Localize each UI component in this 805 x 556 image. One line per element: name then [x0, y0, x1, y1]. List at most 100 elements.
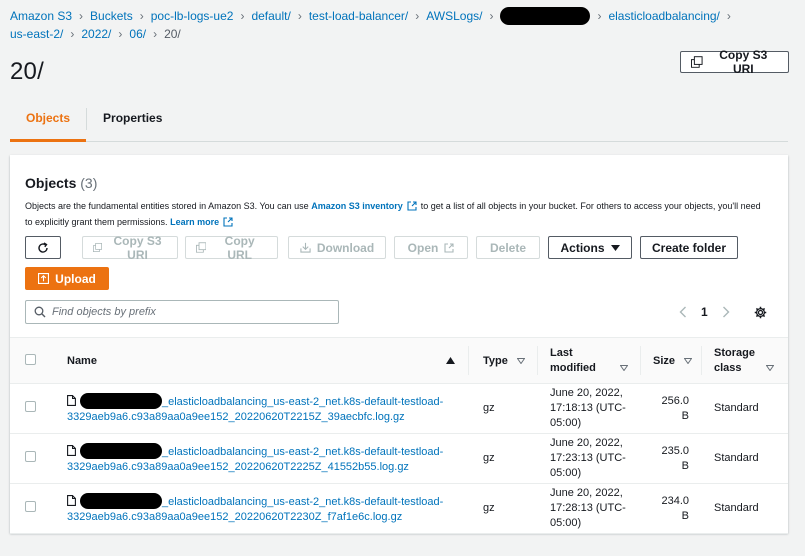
desc-text-1: Objects are the fundamental entities sto…: [25, 201, 309, 211]
breadcrumb-link[interactable]: Buckets: [90, 7, 133, 25]
external-link-icon: [223, 217, 233, 227]
breadcrumb-item: 2022/ ›: [81, 25, 129, 43]
size-cell: 235.0 B: [640, 433, 701, 484]
breadcrumb-link[interactable]: poc-lb-logs-ue2: [151, 7, 234, 25]
object-name-link[interactable]: _elasticloadbalancing_us-east-2_net.k8s-…: [67, 442, 447, 475]
caret-down-icon: [610, 244, 620, 251]
column-divider: [640, 346, 641, 375]
page-number[interactable]: 1: [701, 305, 708, 319]
redacted-account-id: [500, 7, 591, 25]
header-name[interactable]: Name: [52, 337, 468, 384]
sort-ascending-icon: [446, 357, 455, 364]
external-link-icon: [444, 242, 454, 253]
breadcrumb-separator-icon: ›: [297, 9, 302, 23]
tab-properties[interactable]: Properties: [87, 100, 178, 142]
row-checkbox[interactable]: [25, 500, 36, 512]
objects-count: (3): [80, 175, 98, 191]
pagination: 1: [679, 300, 767, 324]
upload-button[interactable]: Upload: [25, 267, 109, 290]
size-cell: 256.0 B: [640, 383, 701, 434]
breadcrumb-item: 06/ ›: [129, 25, 164, 43]
size-text: 256.0 B: [661, 394, 689, 422]
sort-icon: [684, 357, 693, 364]
last-modified-text: June 20, 2022, 17:23:13 (UTC-05:00): [550, 437, 626, 479]
header-size[interactable]: Size: [640, 337, 701, 384]
name-cell: _elasticloadbalancing_us-east-2_net.k8s-…: [52, 483, 468, 534]
size-text: 234.0 B: [661, 494, 689, 522]
header-type-label: Type: [483, 354, 508, 367]
chevron-right-icon[interactable]: [722, 306, 730, 318]
file-icon: [67, 444, 76, 456]
download-button[interactable]: Download: [288, 236, 386, 259]
header-name-label: Name: [67, 354, 97, 367]
breadcrumb-item: default/ ›: [251, 7, 308, 25]
open-label: Open: [407, 240, 439, 255]
chevron-left-icon[interactable]: [679, 306, 687, 318]
inventory-link[interactable]: Amazon S3 inventory: [311, 201, 403, 211]
breadcrumb-link[interactable]: elasticloadbalancing/: [608, 7, 719, 25]
row-select-cell: [10, 483, 52, 534]
copy-s3-uri-button-disabled[interactable]: Copy S3 URI: [82, 234, 178, 262]
breadcrumb-separator-icon: ›: [415, 9, 420, 23]
header-storage-class-label: Storage class: [714, 346, 755, 374]
breadcrumb-link[interactable]: Amazon S3: [10, 7, 72, 25]
breadcrumb-link[interactable]: us-east-2/: [10, 25, 63, 43]
object-name-link[interactable]: _elasticloadbalancing_us-east-2_net.k8s-…: [67, 492, 447, 525]
row-select-cell: [10, 433, 52, 484]
table-row[interactable]: _elasticloadbalancing_us-east-2_net.k8s-…: [10, 383, 788, 434]
select-all-checkbox[interactable]: [25, 353, 36, 365]
breadcrumb-link[interactable]: test-load-balancer/: [309, 7, 408, 25]
actions-label: Actions: [560, 240, 605, 255]
type-cell: gz: [468, 483, 537, 534]
breadcrumb-separator-icon: ›: [240, 9, 245, 23]
breadcrumb-item: ›: [500, 7, 608, 25]
breadcrumb-link[interactable]: 06/: [129, 25, 146, 43]
breadcrumb-item: AWSLogs/ ›: [426, 7, 500, 25]
search-icon: [34, 306, 46, 318]
copy-icon: [691, 56, 703, 68]
breadcrumb-link[interactable]: default/: [251, 7, 290, 25]
file-icon: [67, 394, 76, 406]
row-select-cell: [10, 383, 52, 434]
upload-label: Upload: [55, 271, 96, 286]
last-modified-cell: June 20, 2022, 17:18:13 (UTC-05:00): [537, 383, 640, 434]
type-cell: gz: [468, 433, 537, 484]
last-modified-cell: June 20, 2022, 17:23:13 (UTC-05:00): [537, 433, 640, 484]
redacted-account-id: [80, 492, 162, 509]
row-checkbox[interactable]: [25, 400, 36, 412]
select-all-cell: [10, 337, 52, 384]
header-storage-class[interactable]: Storage class: [701, 337, 788, 384]
table-row[interactable]: _elasticloadbalancing_us-east-2_net.k8s-…: [10, 483, 788, 534]
copy-url-button[interactable]: Copy URL: [185, 233, 278, 262]
header-last-modified-label: Last modified: [550, 346, 596, 374]
tab-objects[interactable]: Objects: [10, 100, 87, 142]
refresh-button[interactable]: [25, 236, 61, 259]
header-size-label: Size: [653, 354, 676, 367]
breadcrumb-link[interactable]: 2022/: [81, 25, 111, 43]
storage-class-cell: Standard: [701, 483, 788, 534]
column-divider: [468, 346, 469, 375]
objects-description: Objects are the fundamental entities sto…: [25, 198, 765, 230]
delete-button[interactable]: Delete: [476, 236, 540, 259]
breadcrumb-item: poc-lb-logs-ue2 ›: [151, 7, 252, 25]
sort-icon: [516, 357, 525, 364]
object-name-link[interactable]: _elasticloadbalancing_us-east-2_net.k8s-…: [67, 392, 447, 425]
last-modified-text: June 20, 2022, 17:28:13 (UTC-05:00): [550, 487, 626, 529]
actions-dropdown[interactable]: Actions: [548, 236, 632, 259]
row-checkbox[interactable]: [25, 450, 36, 462]
learn-more-link[interactable]: Learn more: [170, 217, 219, 227]
table-row[interactable]: _elasticloadbalancing_us-east-2_net.k8s-…: [10, 433, 788, 484]
open-button[interactable]: Open: [394, 236, 468, 259]
copy-s3-uri-button[interactable]: Copy S3 URI: [680, 48, 789, 76]
header-last-modified[interactable]: Last modified: [537, 337, 640, 384]
last-modified-text: June 20, 2022, 17:18:13 (UTC-05:00): [550, 387, 626, 429]
search-input[interactable]: [52, 306, 322, 318]
create-folder-button[interactable]: Create folder: [640, 236, 738, 259]
breadcrumb-link[interactable]: AWSLogs/: [426, 7, 482, 25]
download-label: Download: [316, 240, 375, 255]
gear-icon[interactable]: [754, 306, 767, 319]
search-box: [25, 300, 339, 324]
size-cell: 234.0 B: [640, 483, 701, 534]
copy-url-label: Copy URL: [224, 233, 255, 262]
header-type[interactable]: Type: [468, 337, 537, 384]
